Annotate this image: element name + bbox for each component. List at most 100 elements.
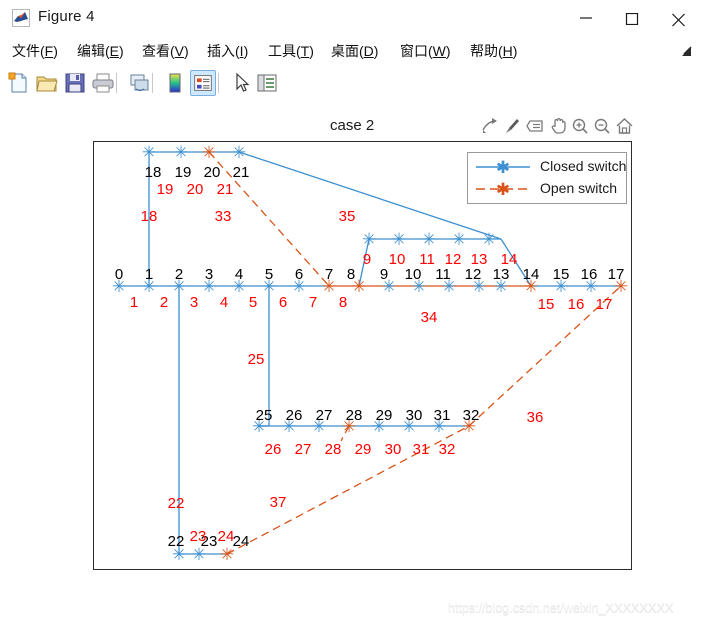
- new-figure-button[interactable]: [6, 70, 32, 96]
- node-label-1: 1: [144, 266, 154, 283]
- edge-label-23: 23: [189, 528, 207, 545]
- edge-label-37: 37: [269, 494, 287, 511]
- plot-title: case 2: [330, 117, 375, 134]
- link-plot-button[interactable]: [126, 70, 152, 96]
- zoom-in-icon[interactable]: [570, 115, 591, 137]
- edge-label-21: 21: [216, 181, 234, 198]
- title-bar: Figure 4: [0, 0, 702, 37]
- data-tips-icon[interactable]: [525, 115, 546, 137]
- plot-legend[interactable]: ✱ ✱ Closed switch Open switch: [467, 152, 627, 204]
- edge-label-26: 26: [264, 441, 282, 458]
- edge-label-22: 22: [167, 495, 185, 512]
- node-label-11: 11: [435, 266, 451, 283]
- node-label-12: 12: [464, 266, 482, 283]
- edit-plot-button[interactable]: [228, 70, 254, 96]
- node-marker-n18: ✳: [142, 143, 156, 163]
- node-label-6: 6: [294, 266, 304, 283]
- figure-toolbar: [0, 66, 702, 101]
- close-button[interactable]: [656, 0, 702, 36]
- edge-label-28: 28: [324, 441, 342, 458]
- pan-icon[interactable]: [548, 115, 569, 137]
- menu-item-edit[interactable]: 编辑(E): [77, 41, 124, 61]
- edge-label-19: 19: [156, 181, 174, 198]
- node-label-22: 22: [167, 533, 185, 550]
- svg-text:✱: ✱: [496, 158, 510, 178]
- node-marker-ub-0: ✳: [362, 230, 376, 250]
- edge-label-25: 25: [247, 351, 265, 368]
- undock-arrow-icon[interactable]: [678, 44, 694, 60]
- node-label-0: 0: [114, 266, 124, 283]
- edge-label-18: 18: [140, 208, 158, 225]
- menu-item-view[interactable]: 查看(V): [142, 41, 189, 61]
- node-label-4: 4: [234, 266, 244, 283]
- node-label-2: 2: [174, 266, 184, 283]
- edge-35: [238, 151, 502, 240]
- node-label-32: 32: [462, 407, 480, 424]
- node-label-31: 31: [433, 407, 451, 424]
- edge-label-32: 32: [438, 441, 456, 458]
- property-editor-button[interactable]: [254, 70, 280, 96]
- edge-label-34: 34: [420, 309, 438, 326]
- minimize-button[interactable]: [564, 0, 610, 36]
- node-label-21: 21: [232, 164, 250, 181]
- edge-label-9: 9: [362, 251, 372, 268]
- node-label-24: 24: [232, 533, 250, 550]
- edge-label-4: 4: [219, 294, 229, 311]
- edge-label-11: 11: [419, 251, 435, 268]
- node-label-8: 8: [346, 266, 356, 283]
- edge-label-1: 1: [129, 294, 139, 311]
- print-figure-button[interactable]: [90, 70, 116, 96]
- menu-item-file[interactable]: 文件(F): [12, 41, 58, 61]
- node-label-15: 15: [552, 266, 570, 283]
- menu-item-tools[interactable]: 工具(T): [268, 41, 314, 61]
- edge-label-8: 8: [338, 294, 348, 311]
- edge-label-14: 14: [500, 251, 518, 268]
- edge-label-35: 35: [338, 208, 356, 225]
- brush-icon[interactable]: [502, 115, 523, 137]
- figure-window: Figure 4 文件(F) 编辑(E) 查看(V) 插入(I) 工具(T) 桌…: [0, 0, 702, 628]
- toolbar-separator: [218, 73, 219, 93]
- node-label-17: 17: [607, 266, 625, 283]
- node-marker-n20: ✳: [202, 143, 216, 163]
- node-label-28: 28: [345, 407, 363, 424]
- edge-label-33: 33: [214, 208, 232, 225]
- node-label-25: 25: [255, 407, 273, 424]
- node-label-3: 3: [204, 266, 214, 283]
- save-figure-button[interactable]: [62, 70, 88, 96]
- edge-label-2: 2: [159, 294, 169, 311]
- edge-label-36: 36: [526, 409, 544, 426]
- node-label-9: 9: [379, 266, 389, 283]
- open-file-button[interactable]: [34, 70, 60, 96]
- toolbar-separator: [116, 73, 117, 93]
- node-label-5: 5: [264, 266, 274, 283]
- toolbar-separator: [152, 73, 153, 93]
- menu-item-help[interactable]: 帮助(H): [470, 41, 517, 61]
- menu-bar: 文件(F) 编辑(E) 查看(V) 插入(I) 工具(T) 桌面(D) 窗口(W…: [0, 36, 702, 67]
- zoom-out-icon[interactable]: [592, 115, 613, 137]
- menu-item-window[interactable]: 窗口(W): [400, 41, 451, 61]
- export-icon[interactable]: [480, 115, 501, 137]
- edge-label-3: 3: [189, 294, 199, 311]
- watermark-text: https://blog.csdn.net/weixin_XXXXXXXX: [448, 600, 674, 615]
- edge-label-17: 17: [595, 296, 613, 313]
- node-label-13: 13: [492, 266, 510, 283]
- node-marker-ub-3: ✳: [452, 230, 466, 250]
- legend-button[interactable]: [190, 70, 216, 96]
- axes-plot-area[interactable]: ✳ ✳ ✳ ✳ ✳ ✳ ✳ ✳ ✳ ✳ ✳ ✳ ✳ ✳ ✳ ✳ ✳ ✳ ✳ ✳ ✳ ✳ ✳ ✳ ✳ ✳ ✳ ✳ ✳ ✳ ✳ ✳ ✳ ✳ ✳ ✳ ✳ ✳ ✱…: [93, 141, 632, 570]
- edge-label-20: 20: [186, 181, 204, 198]
- colorbar-button[interactable]: [162, 70, 188, 96]
- edge-label-31: 31: [412, 441, 430, 458]
- node-marker-ub-1: ✳: [392, 230, 406, 250]
- node-label-19: 19: [174, 164, 192, 181]
- menu-item-desktop[interactable]: 桌面(D): [331, 41, 378, 61]
- edge-label-13: 13: [470, 251, 488, 268]
- menu-item-insert[interactable]: 插入(I): [207, 41, 248, 61]
- restore-view-icon[interactable]: [614, 115, 635, 137]
- maximize-button[interactable]: [610, 0, 656, 36]
- edge-label-6: 6: [278, 294, 288, 311]
- node-label-7: 7: [324, 266, 334, 283]
- node-label-18: 18: [144, 164, 162, 181]
- edge-label-15: 15: [537, 296, 555, 313]
- matlab-figure-icon: [12, 9, 30, 27]
- legend-label-closed-switch: Closed switch: [540, 158, 627, 174]
